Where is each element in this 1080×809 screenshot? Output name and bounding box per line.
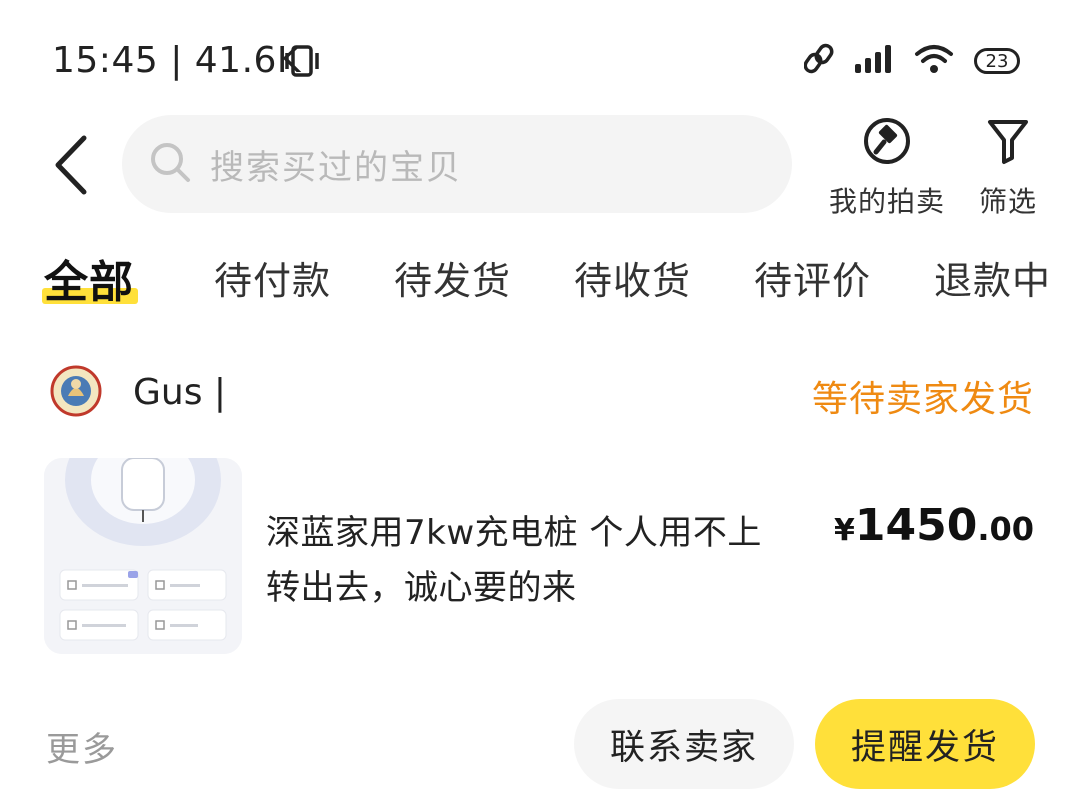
order-status: 等待卖家发货 bbox=[811, 379, 1034, 420]
contact-seller-button[interactable]: 联系卖家 bbox=[574, 699, 794, 789]
link-icon bbox=[803, 42, 834, 80]
vibrate-icon bbox=[284, 44, 320, 82]
search-bar[interactable]: 搜索买过的宝贝 bbox=[122, 115, 792, 213]
product-title[interactable]: 深蓝家用7kw充电桩 个人用不上转出去，诚心要的来 bbox=[266, 506, 796, 616]
back-icon[interactable] bbox=[48, 130, 98, 200]
status-icons: 23 bbox=[803, 42, 1020, 80]
my-auction-label: 我的拍卖 bbox=[828, 185, 945, 218]
more-button[interactable]: 更多 bbox=[46, 722, 118, 771]
search-placeholder: 搜索买过的宝贝 bbox=[210, 147, 462, 188]
product-price: ¥1450.00 bbox=[834, 500, 1034, 551]
tab-all[interactable]: 全部 bbox=[44, 246, 134, 310]
wifi-icon bbox=[914, 43, 954, 79]
tab-pending-payment[interactable]: 待付款 bbox=[214, 250, 331, 305]
my-auction-button[interactable]: 我的拍卖 bbox=[826, 116, 948, 220]
tab-refunding[interactable]: 退款中 bbox=[934, 250, 1051, 305]
price-integer: 1450 bbox=[854, 500, 978, 551]
filter-label: 筛选 bbox=[978, 185, 1037, 218]
shop-name[interactable]: Gus | bbox=[133, 372, 226, 413]
tab-pending-receipt[interactable]: 待收货 bbox=[574, 250, 691, 305]
tab-pending-shipment[interactable]: 待发货 bbox=[394, 250, 511, 305]
signal-icon bbox=[854, 44, 894, 78]
auction-gavel-icon bbox=[862, 116, 912, 170]
price-currency: ¥ bbox=[833, 513, 855, 548]
filter-button[interactable]: 筛选 bbox=[972, 116, 1044, 220]
product-thumbnail[interactable] bbox=[44, 458, 242, 654]
status-time: 15:45 | 41.6K bbox=[52, 40, 302, 81]
battery-indicator: 23 bbox=[974, 48, 1020, 74]
remind-shipment-button[interactable]: 提醒发货 bbox=[815, 699, 1035, 789]
search-icon bbox=[148, 140, 192, 188]
tab-pending-review[interactable]: 待评价 bbox=[754, 250, 871, 305]
price-decimal: .00 bbox=[977, 510, 1034, 548]
order-tabs: 全部 待付款 待发货 待收货 待评价 退款中 bbox=[0, 250, 1080, 320]
shop-avatar[interactable] bbox=[50, 362, 102, 420]
filter-icon bbox=[986, 116, 1030, 170]
